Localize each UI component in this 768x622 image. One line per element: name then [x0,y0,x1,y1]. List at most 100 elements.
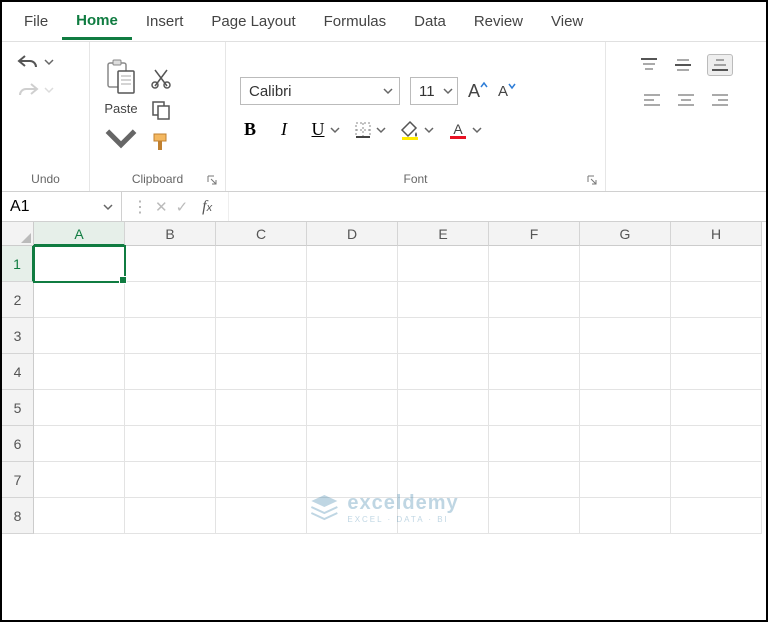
cell-C8[interactable] [216,498,307,534]
cell-C4[interactable] [216,354,307,390]
cell-E3[interactable] [398,318,489,354]
cell-A7[interactable] [34,462,125,498]
align-top-button[interactable] [639,54,659,76]
fill-color-button[interactable] [400,120,420,140]
underline-button[interactable]: U [308,119,340,140]
font-size-combo[interactable]: 11 [410,77,458,105]
row-header-6[interactable]: 6 [2,426,34,462]
clipboard-launcher[interactable] [205,173,219,187]
cell-B2[interactable] [125,282,216,318]
cell-D4[interactable] [307,354,398,390]
chevron-down-icon[interactable] [424,125,434,135]
row-header-4[interactable]: 4 [2,354,34,390]
cell-D3[interactable] [307,318,398,354]
align-right-button[interactable] [710,92,730,108]
cell-B3[interactable] [125,318,216,354]
cell-E4[interactable] [398,354,489,390]
cell-G1[interactable] [580,246,671,282]
chevron-down-icon[interactable] [103,202,113,212]
col-header-f[interactable]: F [489,222,580,246]
col-header-g[interactable]: G [580,222,671,246]
chevron-down-icon[interactable] [44,85,54,95]
cell-E1[interactable] [398,246,489,282]
cell-E5[interactable] [398,390,489,426]
align-center-button[interactable] [676,92,696,108]
cell-C2[interactable] [216,282,307,318]
undo-button[interactable] [16,52,54,72]
row-header-5[interactable]: 5 [2,390,34,426]
cell-A1[interactable] [34,246,125,282]
cancel-icon[interactable]: ✕ [155,198,168,216]
cell-H8[interactable] [671,498,762,534]
chevron-down-icon[interactable] [104,118,138,158]
redo-button[interactable] [16,80,54,100]
cell-A2[interactable] [34,282,125,318]
select-all-corner[interactable] [2,222,34,246]
bold-button[interactable]: B [240,119,260,140]
col-header-e[interactable]: E [398,222,489,246]
cell-B5[interactable] [125,390,216,426]
row-header-8[interactable]: 8 [2,498,34,534]
borders-button[interactable] [354,121,372,139]
increase-font-button[interactable]: A [468,81,488,102]
tab-data[interactable]: Data [400,5,460,38]
col-header-b[interactable]: B [125,222,216,246]
paste-button[interactable]: Paste [98,55,144,162]
cell-B8[interactable] [125,498,216,534]
cell-D5[interactable] [307,390,398,426]
cell-F8[interactable] [489,498,580,534]
cell-D7[interactable] [307,462,398,498]
cell-D1[interactable] [307,246,398,282]
cell-H1[interactable] [671,246,762,282]
cell-G4[interactable] [580,354,671,390]
chevron-down-icon[interactable] [383,86,393,96]
format-painter-button[interactable] [150,131,172,153]
cell-F6[interactable] [489,426,580,462]
cell-F1[interactable] [489,246,580,282]
tab-formulas[interactable]: Formulas [310,5,401,38]
row-header-2[interactable]: 2 [2,282,34,318]
cell-C7[interactable] [216,462,307,498]
cell-E2[interactable] [398,282,489,318]
cell-B7[interactable] [125,462,216,498]
cell-B1[interactable] [125,246,216,282]
cell-B4[interactable] [125,354,216,390]
enter-icon[interactable]: ✓ [176,198,189,216]
formula-input[interactable] [229,192,766,221]
cell-E6[interactable] [398,426,489,462]
chevron-down-icon[interactable] [44,57,54,67]
row-header-7[interactable]: 7 [2,462,34,498]
name-box[interactable]: A1 [2,192,122,221]
tab-review[interactable]: Review [460,5,537,38]
cell-A6[interactable] [34,426,125,462]
align-bottom-button[interactable] [707,54,733,76]
cell-G8[interactable] [580,498,671,534]
row-header-3[interactable]: 3 [2,318,34,354]
fx-icon[interactable]: fx [196,198,218,216]
font-launcher[interactable] [585,173,599,187]
cut-button[interactable] [150,67,172,89]
tab-file[interactable]: File [10,5,62,38]
font-color-button[interactable]: A [448,120,468,140]
chevron-down-icon[interactable] [443,86,453,96]
cell-D2[interactable] [307,282,398,318]
align-left-button[interactable] [642,92,662,108]
cell-A5[interactable] [34,390,125,426]
row-header-1[interactable]: 1 [2,246,34,282]
cell-G7[interactable] [580,462,671,498]
cell-C3[interactable] [216,318,307,354]
dots-icon[interactable]: ⋮ [132,197,147,217]
cell-F7[interactable] [489,462,580,498]
cell-G3[interactable] [580,318,671,354]
cell-C5[interactable] [216,390,307,426]
cell-E8[interactable] [398,498,489,534]
tab-view[interactable]: View [537,5,597,38]
cell-A4[interactable] [34,354,125,390]
cell-H4[interactable] [671,354,762,390]
cell-E7[interactable] [398,462,489,498]
col-header-c[interactable]: C [216,222,307,246]
cell-H3[interactable] [671,318,762,354]
cell-F3[interactable] [489,318,580,354]
cell-F2[interactable] [489,282,580,318]
cell-F5[interactable] [489,390,580,426]
